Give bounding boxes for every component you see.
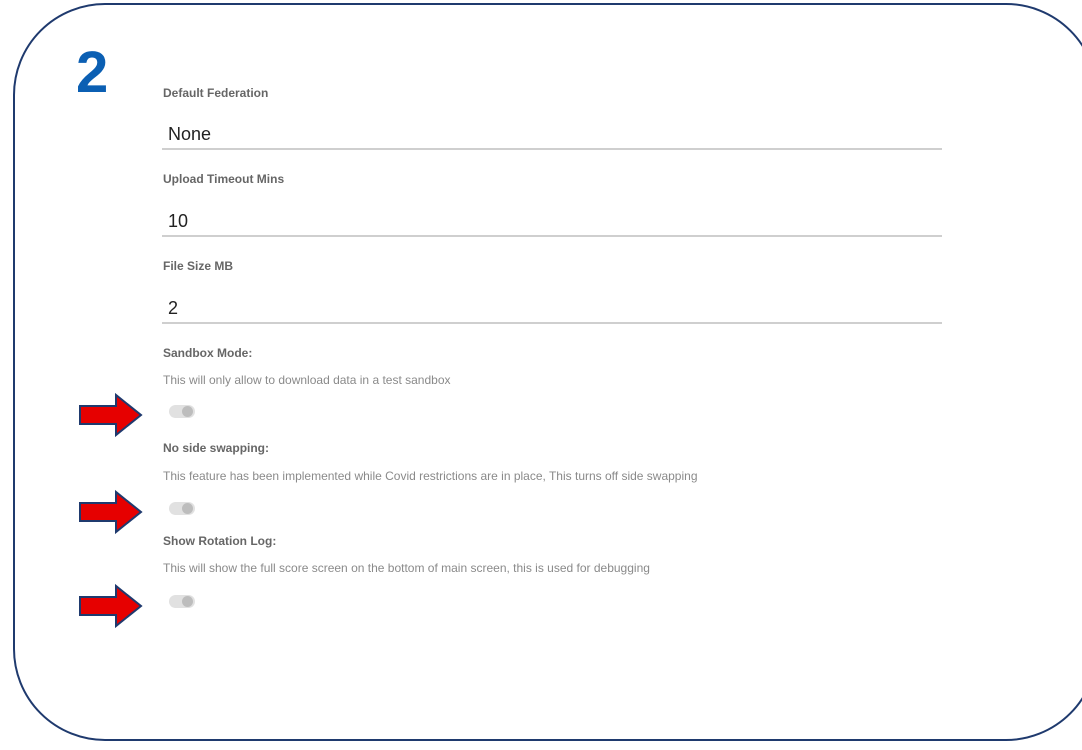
toggle-knob bbox=[182, 503, 193, 514]
sandbox-mode-toggle[interactable] bbox=[169, 405, 195, 418]
upload-timeout-label: Upload Timeout Mins bbox=[163, 172, 285, 186]
no-side-swapping-description: This feature has been implemented while … bbox=[163, 469, 698, 483]
red-right-arrow-icon bbox=[79, 583, 143, 629]
step-number: 2 bbox=[76, 40, 109, 105]
default-federation-field[interactable]: None bbox=[168, 124, 211, 145]
default-federation-underline bbox=[162, 148, 942, 150]
sandbox-mode-title: Sandbox Mode: bbox=[163, 346, 253, 360]
red-right-arrow-icon bbox=[79, 392, 143, 438]
toggle-knob bbox=[182, 596, 193, 607]
upload-timeout-field[interactable]: 10 bbox=[168, 211, 188, 232]
default-federation-label: Default Federation bbox=[163, 86, 269, 100]
rounded-frame bbox=[13, 3, 1082, 741]
file-size-underline bbox=[162, 322, 942, 324]
show-rotation-log-description: This will show the full score screen on … bbox=[163, 561, 650, 575]
show-rotation-log-title: Show Rotation Log: bbox=[163, 534, 277, 548]
upload-timeout-underline bbox=[162, 235, 942, 237]
show-rotation-log-toggle[interactable] bbox=[169, 595, 195, 608]
red-right-arrow-icon bbox=[79, 489, 143, 535]
toggle-knob bbox=[182, 406, 193, 417]
no-side-swapping-title: No side swapping: bbox=[163, 441, 270, 455]
sandbox-mode-description: This will only allow to download data in… bbox=[163, 373, 451, 387]
file-size-field[interactable]: 2 bbox=[168, 298, 178, 319]
no-side-swapping-toggle[interactable] bbox=[169, 502, 195, 515]
file-size-label: File Size MB bbox=[163, 259, 234, 273]
